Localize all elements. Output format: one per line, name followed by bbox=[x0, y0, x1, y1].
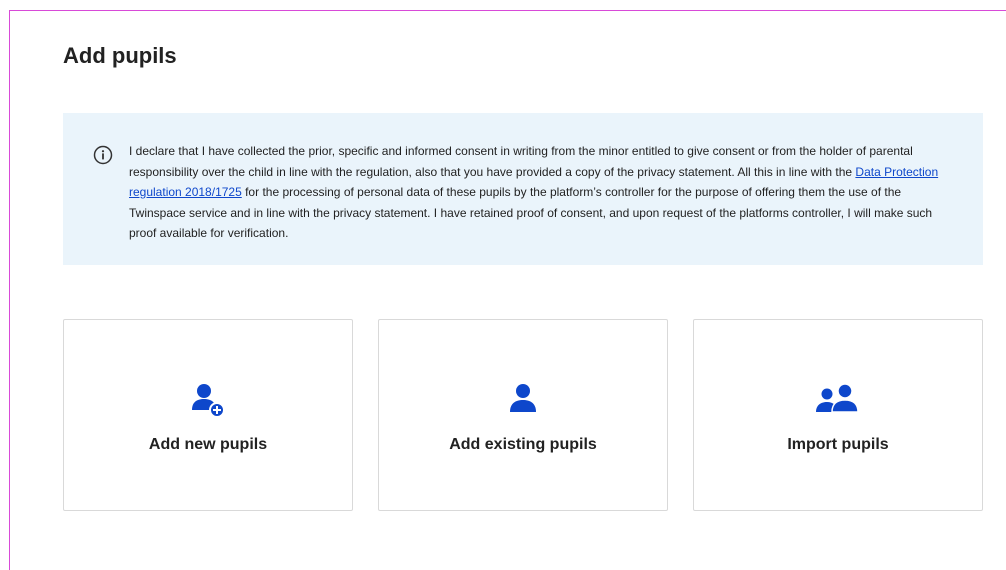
add-new-pupils-label: Add new pupils bbox=[148, 436, 268, 453]
user-plus-icon bbox=[192, 384, 225, 418]
add-existing-pupils-label: Add existing pupils bbox=[449, 436, 597, 453]
import-pupils-card[interactable]: Import pupils bbox=[693, 319, 983, 511]
consent-notice: I declare that I have collected the prio… bbox=[63, 113, 983, 265]
page-title: Add pupils bbox=[63, 43, 177, 68]
user-icon bbox=[510, 384, 536, 412]
add-new-pupils-card[interactable]: Add new pupils bbox=[63, 319, 353, 511]
import-pupils-label: Import pupils bbox=[787, 436, 889, 453]
users-icon bbox=[816, 383, 859, 413]
consent-text-part-2: for the processing of personal data of t… bbox=[129, 185, 933, 240]
add-existing-pupils-card[interactable]: Add existing pupils bbox=[378, 319, 668, 511]
consent-notice-text: I declare that I have collected the prio… bbox=[129, 141, 957, 244]
info-circle-icon bbox=[93, 145, 113, 165]
consent-text-part-1: I declare that I have collected the prio… bbox=[129, 144, 913, 179]
